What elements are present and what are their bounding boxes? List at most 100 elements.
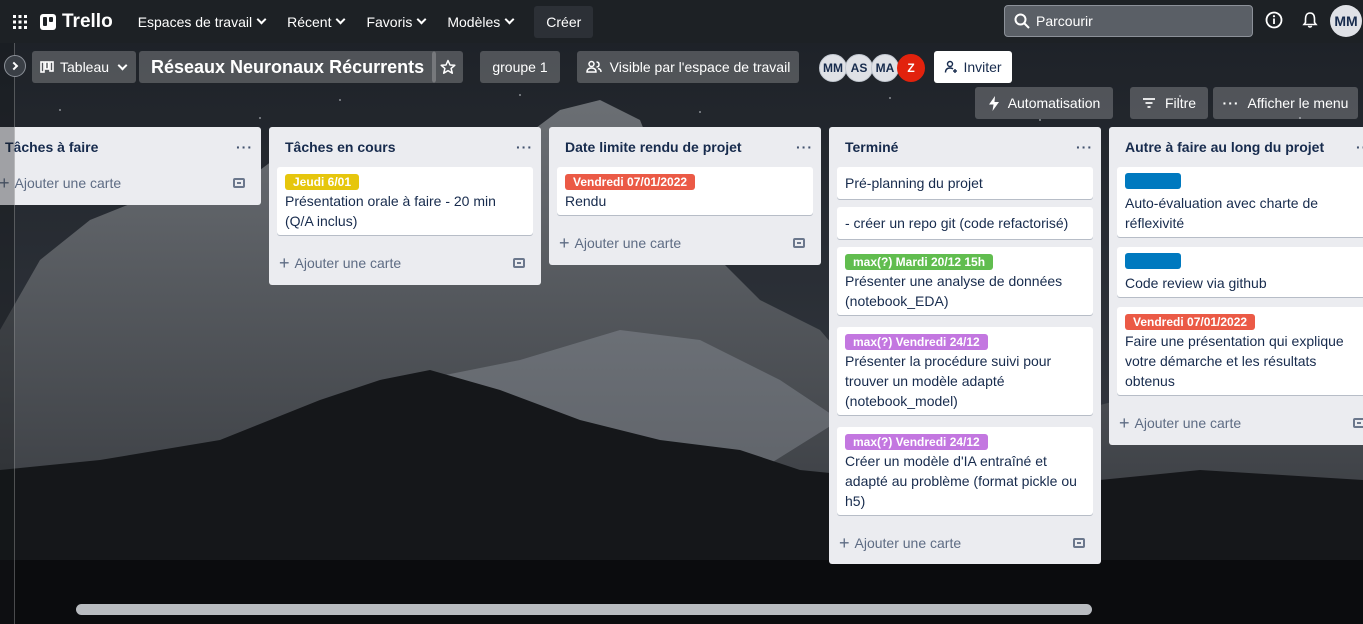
member-avatar[interactable]: AS — [845, 54, 873, 82]
list-title[interactable]: Terminé — [845, 139, 898, 155]
invite-button[interactable]: Inviter — [934, 51, 1012, 83]
nav-starred[interactable]: Favoris — [355, 6, 436, 38]
list-menu-icon[interactable]: ··· — [516, 139, 533, 155]
add-card-button[interactable]: + Ajouter une carte — [1117, 407, 1241, 439]
list-header[interactable]: Tâches à faire ··· — [0, 127, 261, 167]
create-button[interactable]: Créer — [534, 5, 594, 38]
chevron-down-icon — [416, 14, 427, 25]
add-card-label: Ajouter une carte — [854, 535, 962, 551]
board-members: MM AS MA Z — [819, 54, 925, 82]
chevron-down-icon — [504, 14, 515, 25]
trello-logo-icon — [40, 13, 56, 30]
expand-sidebar-button[interactable] — [4, 55, 26, 77]
card-template-icon[interactable] — [233, 178, 245, 188]
app-switcher-icon[interactable] — [0, 0, 40, 43]
list-title[interactable]: Tâches à faire — [5, 139, 98, 155]
card-label: max(?) Vendredi 24/12 — [845, 334, 988, 350]
chevron-down-icon — [117, 60, 128, 70]
card[interactable]: Pré-planning du projet — [837, 167, 1093, 199]
star-board-button[interactable] — [432, 51, 463, 83]
board-view-switcher[interactable]: Tableau — [32, 51, 137, 83]
nav-recent[interactable]: Récent — [276, 6, 355, 38]
card-template-icon[interactable] — [1073, 538, 1085, 548]
member-avatar[interactable]: Z — [897, 54, 925, 82]
list-header[interactable]: Autre à faire au long du projet ··· — [1109, 127, 1363, 167]
card[interactable]: Auto-évaluation avec charte de réflexivi… — [1117, 167, 1363, 237]
card[interactable]: max(?) Vendredi 24/12 Créer un modèle d'… — [837, 427, 1093, 515]
board-title[interactable]: Réseaux Neuronaux Récurrents — [139, 51, 437, 83]
add-card-label: Ajouter une carte — [1134, 415, 1242, 431]
card-title: Auto-évaluation avec charte de réflexivi… — [1125, 195, 1319, 231]
add-card-button[interactable]: + Ajouter une carte — [837, 527, 961, 559]
card-title: Pré-planning du projet — [845, 175, 983, 191]
filter-button[interactable]: Filtre — [1130, 87, 1208, 119]
visibility-button[interactable]: Visible par l'espace de travail — [577, 51, 799, 83]
logo-text: Trello — [62, 10, 113, 32]
list-menu-icon[interactable]: ··· — [236, 139, 253, 155]
list-taches-a-faire: Tâches à faire ··· + Ajouter une carte — [0, 127, 261, 205]
card-title: Rendu — [565, 193, 607, 209]
bell-icon[interactable] — [1301, 11, 1319, 29]
card[interactable]: Vendredi 07/01/2022 Rendu — [557, 167, 813, 215]
card-template-icon[interactable] — [1353, 418, 1363, 428]
plus-icon: + — [559, 232, 570, 253]
card[interactable]: Vendredi 07/01/2022 Faire une présentati… — [1117, 307, 1363, 395]
lightning-icon — [988, 95, 999, 111]
card-template-icon[interactable] — [793, 238, 805, 248]
card[interactable]: max(?) Mardi 20/12 15h Présenter une ana… — [837, 247, 1093, 315]
trello-logo[interactable]: Trello — [40, 11, 113, 33]
nav-starred-label: Favoris — [366, 13, 413, 30]
list-menu-icon[interactable]: ··· — [1076, 139, 1093, 155]
add-card-label: Ajouter une carte — [294, 255, 402, 271]
add-card-button[interactable]: + Ajouter une carte — [277, 247, 401, 279]
nav-workspaces-label: Espaces de travail — [137, 13, 253, 30]
info-icon[interactable] — [1265, 11, 1283, 29]
card-title: Présenter une analyse de données (notebo… — [845, 273, 1063, 309]
star-icon — [439, 59, 456, 74]
card[interactable]: - créer un repo git (code refactorisé) — [837, 207, 1093, 239]
card-title: Faire une présentation qui explique votr… — [1125, 333, 1344, 389]
card[interactable]: max(?) Vendredi 24/12 Présenter la procé… — [837, 327, 1093, 415]
visibility-label: Visible par l'espace de travail — [609, 59, 791, 75]
more-icon: ··· — [1222, 95, 1240, 111]
list-title[interactable]: Date limite rendu de projet — [565, 139, 742, 155]
list-header[interactable]: Tâches en cours ··· — [269, 127, 541, 167]
list-title[interactable]: Autre à faire au long du projet — [1125, 139, 1324, 155]
board-view-label: Tableau — [60, 59, 110, 75]
card[interactable]: Jeudi 6/01 Présentation orale à faire - … — [277, 167, 533, 235]
add-person-icon — [945, 60, 958, 73]
member-avatar[interactable]: MA — [871, 54, 899, 82]
member-avatar[interactable]: MM — [819, 54, 847, 82]
search-placeholder: Parcourir — [1036, 13, 1093, 29]
workspace-visibility-icon — [585, 60, 602, 73]
horizontal-scrollbar[interactable] — [76, 604, 1092, 615]
nav-templates[interactable]: Modèles — [436, 6, 524, 38]
list-menu-icon[interactable]: ··· — [796, 139, 813, 155]
search-input[interactable]: Parcourir — [1004, 5, 1253, 37]
list-header[interactable]: Terminé ··· — [829, 127, 1101, 167]
card-label — [1125, 253, 1181, 269]
list-menu-icon[interactable]: ··· — [1356, 139, 1363, 155]
card-title: Présentation orale à faire - 20 min (Q/A… — [285, 193, 496, 229]
list-header[interactable]: Date limite rendu de projet ··· — [549, 127, 821, 167]
card-template-icon[interactable] — [513, 258, 525, 268]
add-card-button[interactable]: + Ajouter une carte — [557, 227, 681, 259]
add-card-button[interactable]: + Ajouter une carte — [0, 167, 121, 199]
card-label: Jeudi 6/01 — [285, 174, 360, 190]
automation-button[interactable]: Automatisation — [975, 87, 1113, 119]
chevron-down-icon — [256, 14, 267, 25]
list-title[interactable]: Tâches en cours — [285, 139, 396, 155]
card-label: Vendredi 07/01/2022 — [1125, 314, 1256, 330]
chevron-right-icon — [9, 61, 18, 71]
list-autre-a-faire: Autre à faire au long du projet ··· Auto… — [1109, 127, 1363, 445]
nav-workspaces[interactable]: Espaces de travail — [127, 6, 276, 38]
workspace-button[interactable]: groupe 1 — [480, 51, 560, 83]
card[interactable]: Code review via github — [1117, 247, 1363, 297]
show-menu-label: Afficher le menu — [1247, 95, 1349, 111]
user-avatar[interactable]: MM — [1330, 5, 1362, 37]
show-menu-button[interactable]: ··· Afficher le menu — [1213, 87, 1358, 119]
list-date-limite: Date limite rendu de projet ··· Vendredi… — [549, 127, 821, 265]
card-label: Vendredi 07/01/2022 — [565, 174, 696, 190]
add-card-label: Ajouter une carte — [14, 175, 122, 191]
invite-label: Inviter — [963, 59, 1002, 75]
